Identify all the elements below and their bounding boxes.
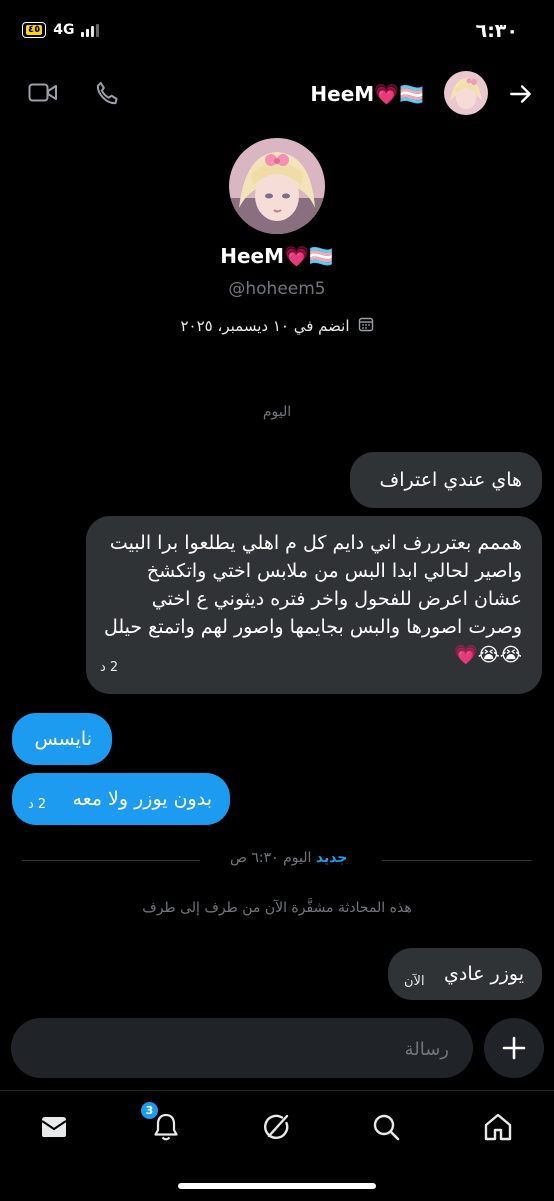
profile-avatar[interactable] <box>229 138 325 234</box>
divider-line <box>382 860 532 861</box>
home-indicator <box>178 1183 376 1189</box>
notification-badge: 3 <box>140 1101 159 1120</box>
message-time: الآن <box>404 974 425 989</box>
battery-indicator: ٤٥ <box>22 22 47 38</box>
new-time: اليوم ٦:٣٠ ص <box>230 850 312 866</box>
joined-text: انضم في ١٠ ديسمبر، ٢٠٢٥ <box>180 317 350 335</box>
network-type: 4G <box>53 22 75 38</box>
plus-icon <box>502 1036 526 1060</box>
mail-icon[interactable] <box>38 1111 70 1143</box>
message-text: بدون يوزر ولا معه <box>72 788 212 810</box>
encryption-notice: هذه المحادثة مشفَّرة الآن من طرف إلى طرف <box>142 900 412 916</box>
arrow-right-icon[interactable] <box>508 81 534 111</box>
day-separator: اليوم <box>262 404 292 420</box>
phone-icon[interactable] <box>93 80 121 112</box>
message-composer[interactable] <box>11 1018 473 1078</box>
new-label: جديد <box>315 850 348 866</box>
message-text: هاي عندي اعتراف <box>379 469 522 491</box>
video-icon[interactable] <box>28 80 58 110</box>
new-messages-divider: جديد اليوم ٦:٣٠ ص <box>22 848 532 872</box>
status-time: ٦:٣٠ <box>475 20 518 42</box>
profile-name: HeeM💗🏳️‍⚧️ <box>220 244 334 268</box>
profile-handle[interactable]: @hoheem5 <box>0 279 554 299</box>
message-bubble-incoming[interactable]: هممم بعترررف اني دايم كل م اهلي يطلعوا ب… <box>86 516 542 694</box>
signal-icon <box>81 23 100 37</box>
message-time: 2 د <box>28 797 47 812</box>
message-input[interactable] <box>47 1034 451 1064</box>
search-icon[interactable] <box>370 1111 402 1143</box>
message-time: 2 د <box>100 660 119 675</box>
message-text: نايسس <box>34 728 92 750</box>
status-bar-left: ٤٥ 4G <box>22 22 100 38</box>
grok-icon[interactable] <box>260 1111 292 1143</box>
new-divider-text: جديد اليوم ٦:٣٠ ص <box>230 850 347 866</box>
divider-line <box>22 860 200 861</box>
message-text: هممم بعترررف اني دايم كل م اهلي يطلعوا ب… <box>103 532 522 666</box>
message-bubble-incoming[interactable]: يوزر عادي الآن <box>388 948 542 1000</box>
message-text: يوزر عادي <box>444 963 524 985</box>
message-bubble-outgoing[interactable]: بدون يوزر ولا معه 2 د <box>12 773 230 825</box>
message-bubble-outgoing[interactable]: نايسس <box>12 713 112 765</box>
home-icon[interactable] <box>482 1111 514 1143</box>
add-button[interactable] <box>484 1018 544 1078</box>
profile-joined: انضم في ١٠ ديسمبر، ٢٠٢٥ <box>0 316 554 336</box>
header-avatar[interactable] <box>444 71 488 115</box>
header-name[interactable]: HeeM💗🏳️‍⚧️ <box>310 82 424 106</box>
calendar-icon <box>358 316 374 336</box>
message-bubble-incoming[interactable]: هاي عندي اعتراف <box>350 452 542 508</box>
